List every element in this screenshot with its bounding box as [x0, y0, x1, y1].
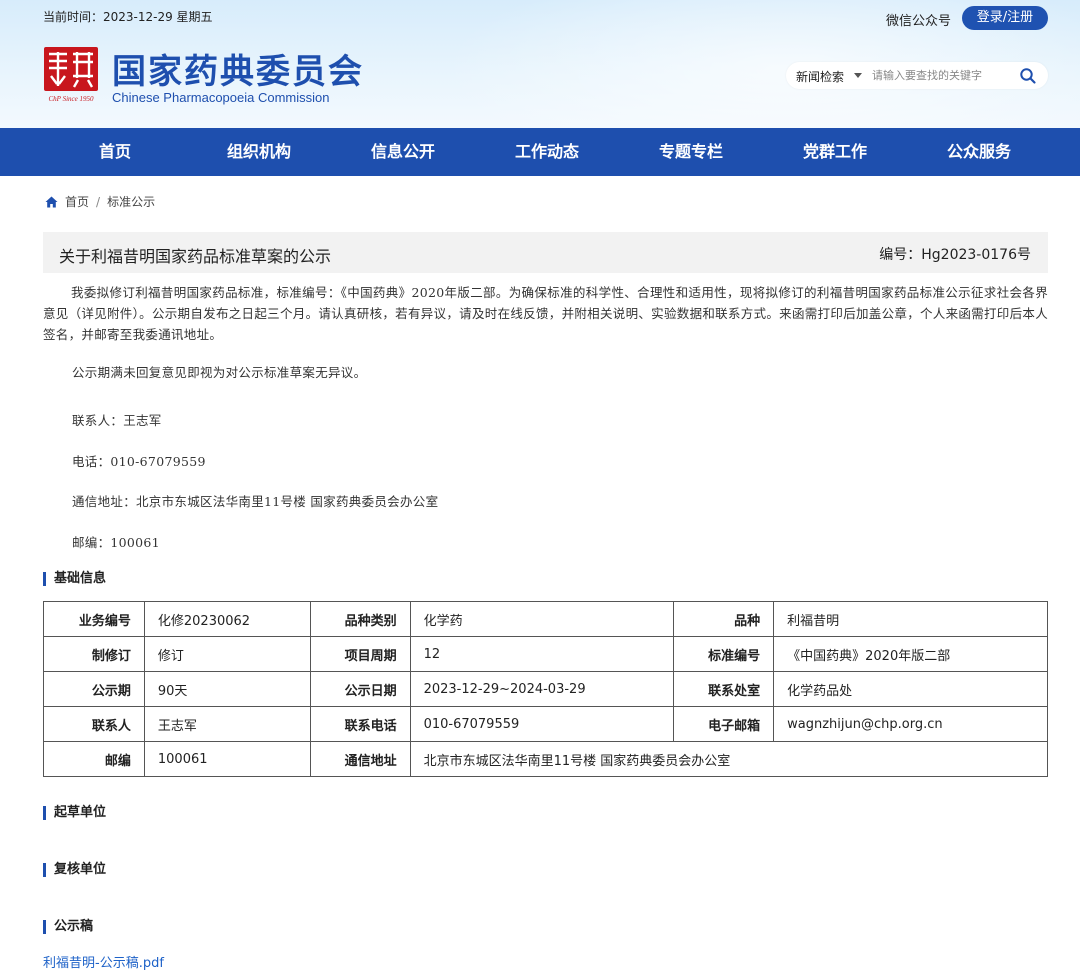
table-cell-value: 北京市东城区法华南里11号楼 国家药典委员会办公室: [409, 741, 1049, 777]
current-time: 当前时间：2023-12-29 星期五: [43, 10, 213, 24]
table-cell-value: 王志军: [143, 706, 311, 742]
article-postcode: 邮编：100061: [72, 535, 160, 550]
article-title: 关于利福昔明国家药品标准草案的公示: [59, 247, 332, 266]
basic-info-table: 业务编号 化修20230062 品种类别 化学药 品种 利福昔明 制修订 修订 …: [43, 601, 1049, 777]
table-cell-label: 业务编号: [43, 601, 145, 637]
table-cell-value: 化学药: [409, 601, 675, 637]
table-cell-value: wagnzhijun@chp.org.cn: [773, 706, 1048, 742]
table-cell-label: 品种: [673, 601, 775, 637]
table-cell-label: 品种类别: [309, 601, 411, 637]
table-cell-label: 通信地址: [309, 741, 411, 777]
article-address: 通信地址：北京市东城区法华南里11号楼 国家药典委员会办公室: [72, 494, 439, 509]
attachment-pdf-link[interactable]: 利福昔明-公示稿.pdf: [43, 952, 164, 971]
breadcrumb-current[interactable]: 标准公示: [107, 193, 155, 210]
nav-home[interactable]: 首页: [60, 128, 170, 176]
table-cell-label: 标准编号: [673, 636, 775, 672]
table-cell-label: 联系电话: [309, 706, 411, 742]
breadcrumb-separator: /: [96, 194, 101, 209]
main-nav: 首页 组织机构 信息公开 工作动态 专题专栏 党群工作 公众服务: [0, 128, 1080, 176]
article-title-bar: 关于利福昔明国家药品标准草案的公示 编号：Hg2023-0176号: [43, 232, 1048, 273]
section-publicity-draft: 公示稿: [43, 920, 93, 934]
home-icon[interactable]: [45, 196, 58, 208]
nav-public-service[interactable]: 公众服务: [924, 128, 1034, 176]
table-cell-label: 公示日期: [309, 671, 411, 707]
nav-info-disclosure[interactable]: 信息公开: [348, 128, 458, 176]
table-cell-value: 利福昔明: [773, 601, 1048, 637]
site-header: 当前时间：2023-12-29 星期五 微信公众号 登录/注册 ChP Sinc…: [0, 0, 1080, 128]
article-paragraph-2: 公示期满未回复意见即视为对公示标准草案无异议。: [72, 365, 367, 380]
nav-organization[interactable]: 组织机构: [204, 128, 314, 176]
seal-caption: ChP Since 1950: [49, 95, 94, 103]
table-cell-value: 010-67079559: [409, 706, 675, 742]
site-name-cn[interactable]: 国家药典委员会: [112, 44, 364, 93]
login-register-button[interactable]: 登录/注册: [962, 6, 1048, 30]
search-category-select[interactable]: 新闻检索: [796, 68, 844, 85]
search-bar: 新闻检索: [786, 62, 1048, 89]
breadcrumb: 首页 / 标准公示: [45, 193, 155, 210]
table-cell-value: 修订: [143, 636, 311, 672]
table-row: 公示期 90天 公示日期 2023-12-29~2024-03-29 联系处室 …: [43, 671, 1048, 707]
section-basic-info: 基础信息: [43, 572, 106, 586]
table-cell-value: 化学药品处: [773, 671, 1048, 707]
table-cell-label: 联系人: [43, 706, 145, 742]
section-review-unit: 复核单位: [43, 863, 106, 877]
table-row: 联系人 王志军 联系电话 010-67079559 电子邮箱 wagnzhiju…: [43, 706, 1048, 742]
table-cell-label: 项目周期: [309, 636, 411, 672]
table-cell-label: 联系处室: [673, 671, 775, 707]
article-number: 编号：Hg2023-0176号: [879, 247, 1031, 263]
table-cell-value: 化修20230062: [143, 601, 311, 637]
breadcrumb-home[interactable]: 首页: [65, 193, 89, 210]
table-cell-label: 电子邮箱: [673, 706, 775, 742]
table-cell-label: 公示期: [43, 671, 145, 707]
chevron-down-icon[interactable]: [854, 73, 862, 78]
section-drafting-unit: 起草单位: [43, 806, 106, 820]
article-phone: 电话：010-67079559: [72, 454, 206, 469]
search-input[interactable]: [872, 66, 1012, 85]
article-contact: 联系人：王志军: [72, 413, 162, 428]
table-cell-value: 100061: [143, 741, 311, 777]
table-cell-value: 《中国药典》2020年版二部: [773, 636, 1048, 672]
table-cell-value: 12: [409, 636, 675, 672]
table-cell-value: 90天: [143, 671, 311, 707]
chp-seal-logo[interactable]: ChP Since 1950: [43, 46, 99, 104]
article-paragraph-1: 我委拟修订利福昔明国家药品标准，标准编号：《中国药典》2020年版二部。为确保标…: [43, 285, 1048, 342]
table-cell-value: 2023-12-29~2024-03-29: [409, 671, 675, 707]
table-row: 业务编号 化修20230062 品种类别 化学药 品种 利福昔明: [43, 601, 1048, 637]
site-name-en: Chinese Pharmacopoeia Commission: [112, 90, 330, 105]
nav-special-topics[interactable]: 专题专栏: [636, 128, 746, 176]
search-icon[interactable]: [1019, 67, 1037, 85]
wechat-link[interactable]: 微信公众号: [886, 10, 951, 29]
table-cell-label: 制修订: [43, 636, 145, 672]
nav-party-work[interactable]: 党群工作: [780, 128, 890, 176]
nav-work-news[interactable]: 工作动态: [492, 128, 602, 176]
table-row: 邮编 100061 通信地址 北京市东城区法华南里11号楼 国家药典委员会办公室: [43, 741, 1049, 777]
table-row: 制修订 修订 项目周期 12 标准编号 《中国药典》2020年版二部: [43, 636, 1048, 672]
table-cell-label: 邮编: [43, 741, 145, 777]
